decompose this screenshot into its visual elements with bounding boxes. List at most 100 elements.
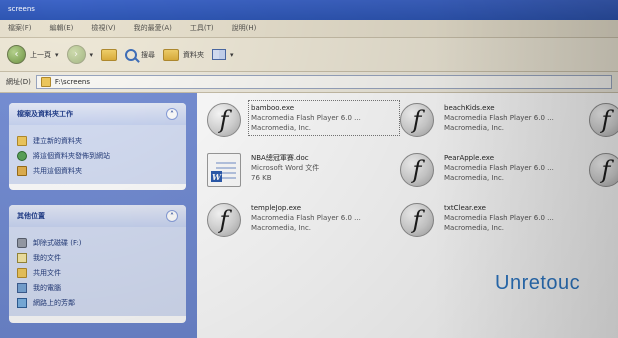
- address-path: F:\screens: [54, 78, 90, 86]
- address-folder-icon: [40, 77, 51, 87]
- place-network[interactable]: 網路上的芳鄰: [17, 295, 178, 310]
- drive-icon: [17, 237, 27, 248]
- network-icon: [17, 297, 27, 308]
- file-desc: Macromedia Flash Player 6.0 ...: [444, 114, 554, 122]
- explorer-window: screens 檔案(F) 編輯(E) 檢視(V) 我的最愛(A) 工具(T) …: [0, 0, 618, 338]
- file-view: f bamboo.exe Macromedia Flash Player 6.0…: [197, 93, 618, 338]
- task-share-folder[interactable]: 共用這個資料夾: [17, 163, 178, 178]
- flash-icon: f: [400, 153, 434, 187]
- file-size: 76 KB: [251, 174, 272, 182]
- other-places-panel: 其他位置 ˄ 卸除式磁碟 (F:) 我的文件 共用文件 我的電腦 網路上的芳鄰: [9, 205, 186, 323]
- web-publish-icon: [17, 150, 27, 161]
- tasks-panel-title: 檔案及資料夾工作: [17, 110, 73, 118]
- file-meta: txtClear.exe Macromedia Flash Player 6.0…: [444, 203, 590, 233]
- file-meta: PearApple.exe Macromedia Flash Player 6.…: [444, 153, 590, 183]
- file-item-partial[interactable]: f: [589, 99, 618, 141]
- flash-icon: f: [400, 103, 434, 137]
- file-item[interactable]: f txtClear.exe Macromedia Flash Player 6…: [400, 199, 590, 241]
- file-name: beachKids.exe: [444, 104, 495, 112]
- file-meta: templeJop.exe Macromedia Flash Player 6.…: [251, 203, 397, 233]
- search-icon: [125, 48, 138, 61]
- place-label: 我的文件: [33, 253, 61, 262]
- file-item[interactable]: f templeJop.exe Macromedia Flash Player …: [207, 199, 397, 241]
- place-label: 共用文件: [33, 268, 61, 277]
- other-places-list: 卸除式磁碟 (F:) 我的文件 共用文件 我的電腦 網路上的芳鄰: [9, 227, 186, 316]
- back-dropdown-icon[interactable]: ▾: [55, 51, 59, 59]
- new-folder-icon: [17, 135, 27, 146]
- file-item[interactable]: f beachKids.exe Macromedia Flash Player …: [400, 99, 590, 141]
- file-desc: Macromedia Flash Player 6.0 ...: [251, 114, 361, 122]
- file-name: templeJop.exe: [251, 204, 301, 212]
- place-label: 網路上的芳鄰: [33, 298, 75, 307]
- file-meta: bamboo.exe Macromedia Flash Player 6.0 .…: [248, 100, 400, 136]
- share-folder-icon: [17, 165, 27, 176]
- search-button[interactable]: 搜尋: [125, 48, 156, 61]
- menu-tools[interactable]: 工具(T): [190, 23, 214, 34]
- file-name: PearApple.exe: [444, 154, 495, 162]
- forward-button[interactable]: › ▾: [66, 45, 94, 64]
- task-new-folder[interactable]: 建立新的資料夾: [17, 133, 178, 148]
- tasks-panel-header[interactable]: 檔案及資料夾工作 ˄: [9, 103, 186, 125]
- menu-bar: 檔案(F) 編輯(E) 檢視(V) 我的最愛(A) 工具(T) 說明(H): [0, 20, 618, 38]
- file-item[interactable]: f PearApple.exe Macromedia Flash Player …: [400, 149, 590, 191]
- flash-icon: f: [207, 103, 241, 137]
- place-label: 卸除式磁碟 (F:): [33, 238, 82, 247]
- window-titlebar[interactable]: screens: [0, 0, 618, 20]
- address-field[interactable]: F:\screens: [35, 75, 612, 89]
- documents-icon: [17, 252, 27, 263]
- menu-file[interactable]: 檔案(F): [8, 23, 32, 34]
- file-company: Macromedia, Inc.: [444, 224, 505, 232]
- place-removable-drive[interactable]: 卸除式磁碟 (F:): [17, 235, 178, 250]
- folders-button[interactable]: 資料夾: [163, 48, 205, 61]
- file-desc: Macromedia Flash Player 6.0 ...: [444, 164, 554, 172]
- place-shared-documents[interactable]: 共用文件: [17, 265, 178, 280]
- task-label: 共用這個資料夾: [33, 166, 82, 175]
- place-my-documents[interactable]: 我的文件: [17, 250, 178, 265]
- menu-help[interactable]: 說明(H): [232, 23, 257, 34]
- menu-edit[interactable]: 編輯(E): [50, 23, 74, 34]
- back-button[interactable]: ‹ 上一頁 ▾: [7, 45, 59, 64]
- menu-favorites[interactable]: 我的最愛(A): [134, 23, 172, 34]
- file-name: NBA總冠軍賽.doc: [251, 154, 309, 162]
- flash-icon: f: [589, 153, 618, 187]
- file-company: Macromedia, Inc.: [251, 124, 312, 132]
- file-desc: Macromedia Flash Player 6.0 ...: [251, 214, 361, 222]
- collapse-chevron-icon[interactable]: ˄: [166, 108, 178, 120]
- window-title: screens: [8, 5, 35, 13]
- shared-docs-icon: [17, 267, 27, 278]
- views-button[interactable]: ▾: [212, 49, 234, 60]
- file-meta: NBA總冠軍賽.doc Microsoft Word 文件 76 KB: [251, 153, 397, 183]
- word-doc-icon: W: [207, 153, 241, 187]
- other-places-title: 其他位置: [17, 212, 45, 220]
- task-label: 建立新的資料夾: [33, 136, 82, 145]
- file-item-partial[interactable]: f: [589, 149, 618, 191]
- task-publish-web[interactable]: 將這個資料夾發佈到網站: [17, 148, 178, 163]
- task-label: 將這個資料夾發佈到網站: [33, 151, 110, 160]
- views-dropdown-icon[interactable]: ▾: [230, 51, 234, 59]
- flash-icon: f: [207, 203, 241, 237]
- folders-label: 資料夾: [183, 50, 205, 59]
- forward-dropdown-icon[interactable]: ▾: [90, 51, 94, 59]
- tasks-panel: 檔案及資料夾工作 ˄ 建立新的資料夾 將這個資料夾發佈到網站 共用這個資料夾: [9, 103, 186, 190]
- file-desc: Macromedia Flash Player 6.0 ...: [444, 214, 554, 222]
- other-places-header[interactable]: 其他位置 ˄: [9, 205, 186, 227]
- tasks-list: 建立新的資料夾 將這個資料夾發佈到網站 共用這個資料夾: [9, 125, 186, 184]
- file-desc: Microsoft Word 文件: [251, 164, 320, 172]
- task-pane: 檔案及資料夾工作 ˄ 建立新的資料夾 將這個資料夾發佈到網站 共用這個資料夾 其…: [0, 93, 197, 338]
- file-item[interactable]: f bamboo.exe Macromedia Flash Player 6.0…: [207, 99, 400, 141]
- up-folder-button[interactable]: [101, 48, 118, 61]
- back-label: 上一頁: [30, 50, 51, 59]
- computer-icon: [17, 282, 27, 293]
- file-name: bamboo.exe: [251, 104, 295, 112]
- file-company: Macromedia, Inc.: [251, 224, 312, 232]
- file-meta: beachKids.exe Macromedia Flash Player 6.…: [444, 103, 590, 133]
- file-company: Macromedia, Inc.: [444, 124, 505, 132]
- back-arrow-icon: ‹: [7, 45, 26, 64]
- file-name: txtClear.exe: [444, 204, 486, 212]
- collapse-chevron-icon[interactable]: ˄: [166, 210, 178, 222]
- file-item[interactable]: W NBA總冠軍賽.doc Microsoft Word 文件 76 KB: [207, 149, 397, 191]
- menu-view[interactable]: 檢視(V): [91, 23, 115, 34]
- flash-icon: f: [400, 203, 434, 237]
- place-my-computer[interactable]: 我的電腦: [17, 280, 178, 295]
- search-label: 搜尋: [141, 50, 156, 59]
